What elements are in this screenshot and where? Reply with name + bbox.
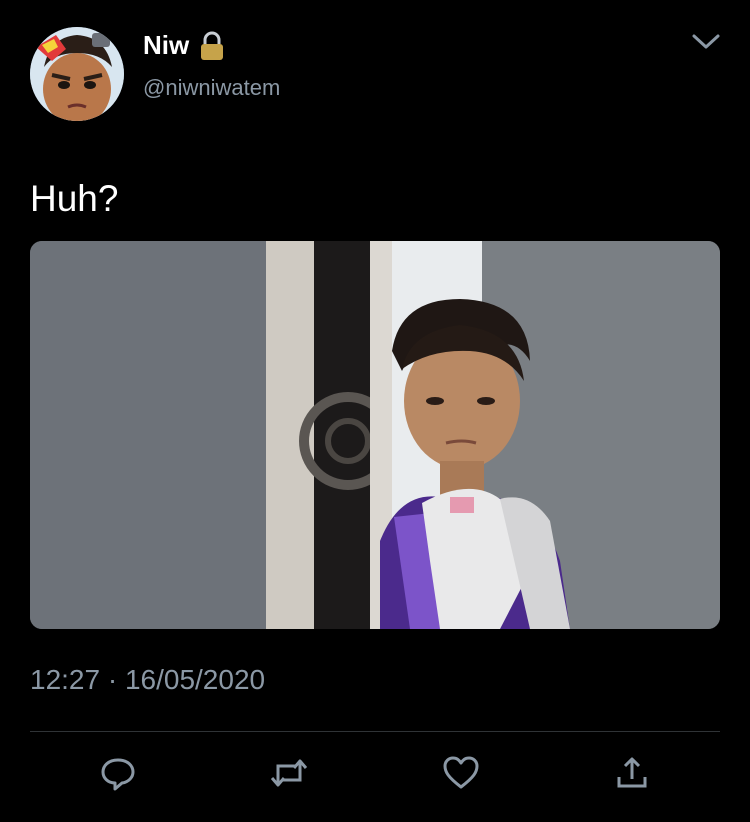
user-handle[interactable]: @niwniwatem (143, 75, 280, 101)
action-bar (0, 755, 750, 795)
avatar[interactable] (30, 27, 124, 121)
user-name-row[interactable]: Niw (143, 30, 225, 61)
reply-icon (99, 754, 137, 797)
like-icon (442, 755, 480, 796)
chevron-down-icon[interactable] (690, 32, 722, 52)
reply-button[interactable] (98, 755, 138, 795)
share-icon (614, 755, 650, 796)
tweet-text: Huh? (30, 178, 119, 219)
retweet-icon (269, 754, 309, 797)
lock-icon (199, 31, 225, 61)
tweet-photo[interactable] (30, 241, 720, 629)
like-button[interactable] (441, 755, 481, 795)
tweet-timestamp[interactable]: 12:27 · 16/05/2020 (30, 664, 265, 696)
divider (30, 731, 720, 732)
retweet-button[interactable] (269, 755, 309, 795)
display-name[interactable]: Niw (143, 30, 189, 61)
share-button[interactable] (612, 755, 652, 795)
